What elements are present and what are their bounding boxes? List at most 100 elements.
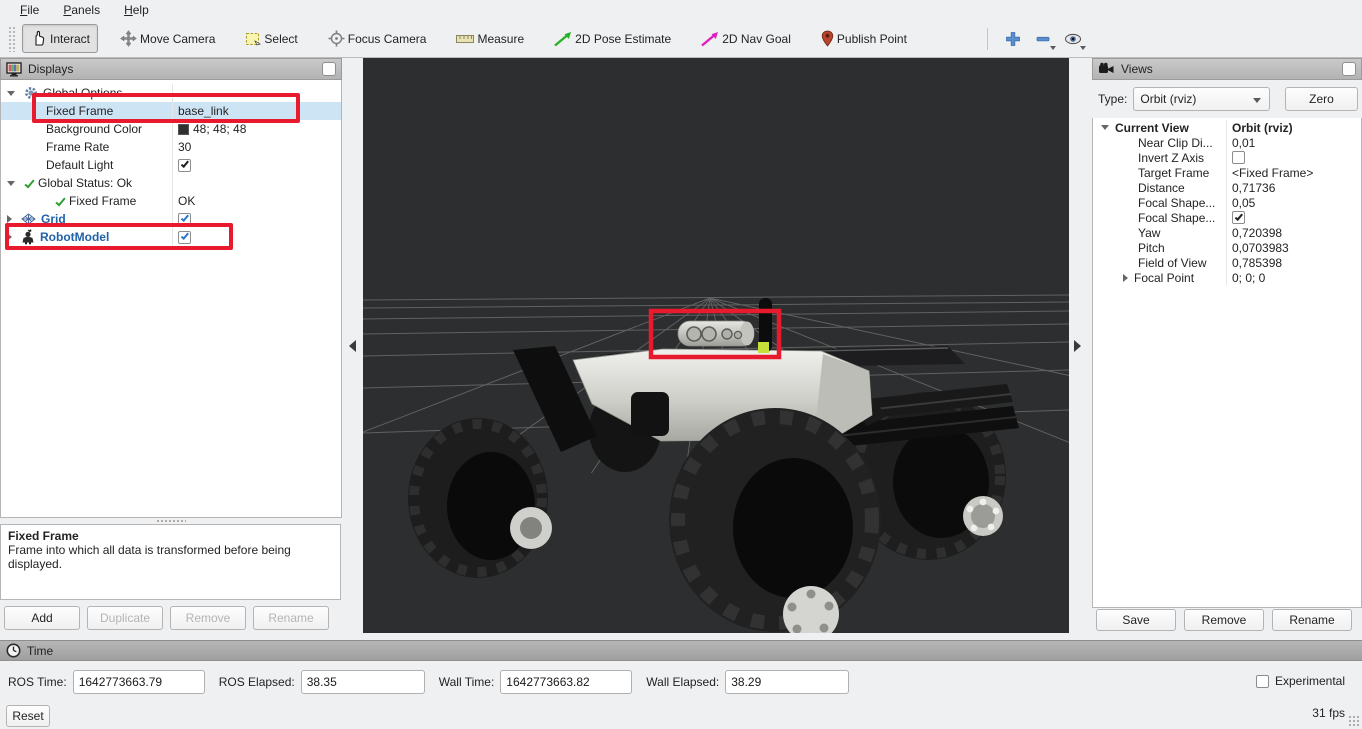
display-row-global-status[interactable]: Global Status: Ok xyxy=(1,174,341,192)
dropdown-arrow-icon xyxy=(1050,46,1056,50)
experimental-option: Experimental xyxy=(1256,674,1345,688)
display-row-grid[interactable]: Grid xyxy=(1,210,341,228)
measure-tool-button[interactable]: Measure xyxy=(448,26,532,52)
tool-label: 2D Pose Estimate xyxy=(575,32,671,46)
publish-point-tool-button[interactable]: Publish Point xyxy=(813,24,915,53)
remove-view-button[interactable]: Remove xyxy=(1184,609,1264,631)
add-tool-plus-icon xyxy=(1005,31,1021,47)
view-row-focal-shape-fixed[interactable]: Focal Shape... xyxy=(1093,210,1361,225)
toolbar-separator xyxy=(987,28,988,50)
hand-icon xyxy=(30,30,47,47)
panel-float-button[interactable] xyxy=(1342,62,1356,76)
time-panel: Time ROS Time: ROS Elapsed: Wall Time: W… xyxy=(0,640,1362,729)
view-row-invert-z[interactable]: Invert Z Axis xyxy=(1093,150,1361,165)
toolbar-drag-handle[interactable] xyxy=(8,26,16,52)
render-viewport-3d[interactable] xyxy=(363,58,1069,633)
measure-icon xyxy=(456,33,474,45)
status-ok-check-icon xyxy=(24,178,34,189)
wall-time-input[interactable] xyxy=(500,670,632,694)
ros-time-input[interactable] xyxy=(73,670,205,694)
nav-goal-tool-button[interactable]: 2D Nav Goal xyxy=(693,25,799,53)
view-row-near-clip[interactable]: Near Clip Di... 0,01 xyxy=(1093,135,1361,150)
focal-shape-checkbox[interactable] xyxy=(1232,211,1245,224)
view-row-focal-shape-size[interactable]: Focal Shape... 0,05 xyxy=(1093,195,1361,210)
menu-help[interactable]: Help xyxy=(114,1,159,19)
background-color-value[interactable]: 48; 48; 48 xyxy=(173,120,341,138)
displays-panel: Displays Global Options Fixed Frame base… xyxy=(0,58,342,631)
grid-checkbox[interactable] xyxy=(178,213,191,226)
tool-visibility-button[interactable] xyxy=(1058,26,1088,52)
invert-z-checkbox[interactable] xyxy=(1232,151,1245,164)
publish-point-pin-icon xyxy=(821,30,834,47)
select-tool-button[interactable]: Select xyxy=(237,25,305,53)
reset-button[interactable]: Reset xyxy=(6,705,50,727)
view-row-current-view[interactable]: Current View Orbit (rviz) xyxy=(1093,120,1361,135)
display-row-fixed-frame-status[interactable]: Fixed Frame OK xyxy=(1,192,341,210)
view-row-yaw[interactable]: Yaw 0,720398 xyxy=(1093,225,1361,240)
rename-button[interactable]: Rename xyxy=(253,606,329,630)
collapse-left-arrow-icon[interactable] xyxy=(349,340,356,352)
panel-float-button[interactable] xyxy=(322,62,336,76)
fixed-frame-value[interactable]: base_link xyxy=(173,102,341,120)
display-row-global-options[interactable]: Global Options xyxy=(1,84,341,102)
expand-right-icon[interactable] xyxy=(7,233,12,241)
right-splitter[interactable] xyxy=(1069,58,1092,633)
display-row-default-light[interactable]: Default Light xyxy=(1,156,341,174)
expand-down-icon[interactable] xyxy=(1101,125,1109,130)
menu-file[interactable]: File xyxy=(10,1,49,19)
display-row-frame-rate[interactable]: Frame Rate 30 xyxy=(1,138,341,156)
select-icon xyxy=(245,31,261,47)
views-panel-header[interactable]: Views xyxy=(1092,58,1362,80)
remove-button[interactable]: Remove xyxy=(170,606,246,630)
display-row-fixed-frame[interactable]: Fixed Frame base_link xyxy=(1,102,341,120)
video-camera-icon xyxy=(1098,62,1115,76)
focus-camera-tool-button[interactable]: Focus Camera xyxy=(320,24,435,53)
scene-3d xyxy=(363,58,1069,633)
add-button[interactable]: Add xyxy=(4,606,80,630)
views-tree: Current View Orbit (rviz) Near Clip Di..… xyxy=(1092,118,1362,608)
add-tool-button[interactable] xyxy=(998,26,1028,52)
displays-panel-header[interactable]: Displays xyxy=(0,58,342,80)
displays-buttons-row: Add Duplicate Remove Rename xyxy=(4,606,341,630)
experimental-checkbox[interactable] xyxy=(1256,675,1269,688)
expand-down-icon[interactable] xyxy=(7,181,15,186)
expand-right-icon[interactable] xyxy=(1123,274,1128,282)
ros-elapsed-input[interactable] xyxy=(301,670,425,694)
pose-estimate-tool-button[interactable]: 2D Pose Estimate xyxy=(546,25,679,53)
remove-tool-button[interactable] xyxy=(1028,26,1058,52)
rviz-window: { "colors": { "viewport_background": "#2… xyxy=(0,0,1362,729)
view-row-distance[interactable]: Distance 0,71736 xyxy=(1093,180,1361,195)
zero-button[interactable]: Zero xyxy=(1285,87,1358,111)
pose-estimate-arrow-icon xyxy=(554,31,572,47)
window-resize-grip[interactable] xyxy=(1348,715,1360,727)
menu-panels[interactable]: Panels xyxy=(53,1,110,19)
frame-rate-value[interactable]: 30 xyxy=(173,138,341,156)
tool-label: Move Camera xyxy=(140,32,215,46)
expand-right-icon[interactable] xyxy=(7,215,12,223)
view-row-focal-point[interactable]: Focal Point 0; 0; 0 xyxy=(1093,270,1361,285)
robot-imu-block xyxy=(758,342,769,353)
nav-goal-arrow-icon xyxy=(701,31,719,47)
view-row-field-of-view[interactable]: Field of View 0,785398 xyxy=(1093,255,1361,270)
rename-view-button[interactable]: Rename xyxy=(1272,609,1352,631)
view-row-target-frame[interactable]: Target Frame <Fixed Frame> xyxy=(1093,165,1361,180)
time-panel-header[interactable]: Time xyxy=(0,640,1362,661)
default-light-checkbox[interactable] xyxy=(178,159,191,172)
collapse-right-arrow-icon[interactable] xyxy=(1074,340,1081,352)
left-splitter[interactable] xyxy=(342,58,363,633)
dropdown-arrow-icon xyxy=(1080,46,1086,50)
wall-elapsed-input[interactable] xyxy=(725,670,849,694)
tool-label: Select xyxy=(264,32,297,46)
duplicate-button[interactable]: Duplicate xyxy=(87,606,163,630)
move-camera-tool-button[interactable]: Move Camera xyxy=(112,24,223,53)
expand-down-icon[interactable] xyxy=(7,91,15,96)
interact-tool-button[interactable]: Interact xyxy=(22,24,98,53)
display-row-background-color[interactable]: Background Color 48; 48; 48 xyxy=(1,120,341,138)
display-row-robotmodel[interactable]: RobotModel xyxy=(1,228,341,246)
view-type-combobox[interactable]: Orbit (rviz) xyxy=(1133,87,1270,111)
robotmodel-checkbox[interactable] xyxy=(178,231,191,244)
save-button[interactable]: Save xyxy=(1096,609,1176,631)
views-panel-title: Views xyxy=(1121,62,1336,76)
view-row-pitch[interactable]: Pitch 0,0703983 xyxy=(1093,240,1361,255)
wall-time-label: Wall Time: xyxy=(439,675,495,689)
